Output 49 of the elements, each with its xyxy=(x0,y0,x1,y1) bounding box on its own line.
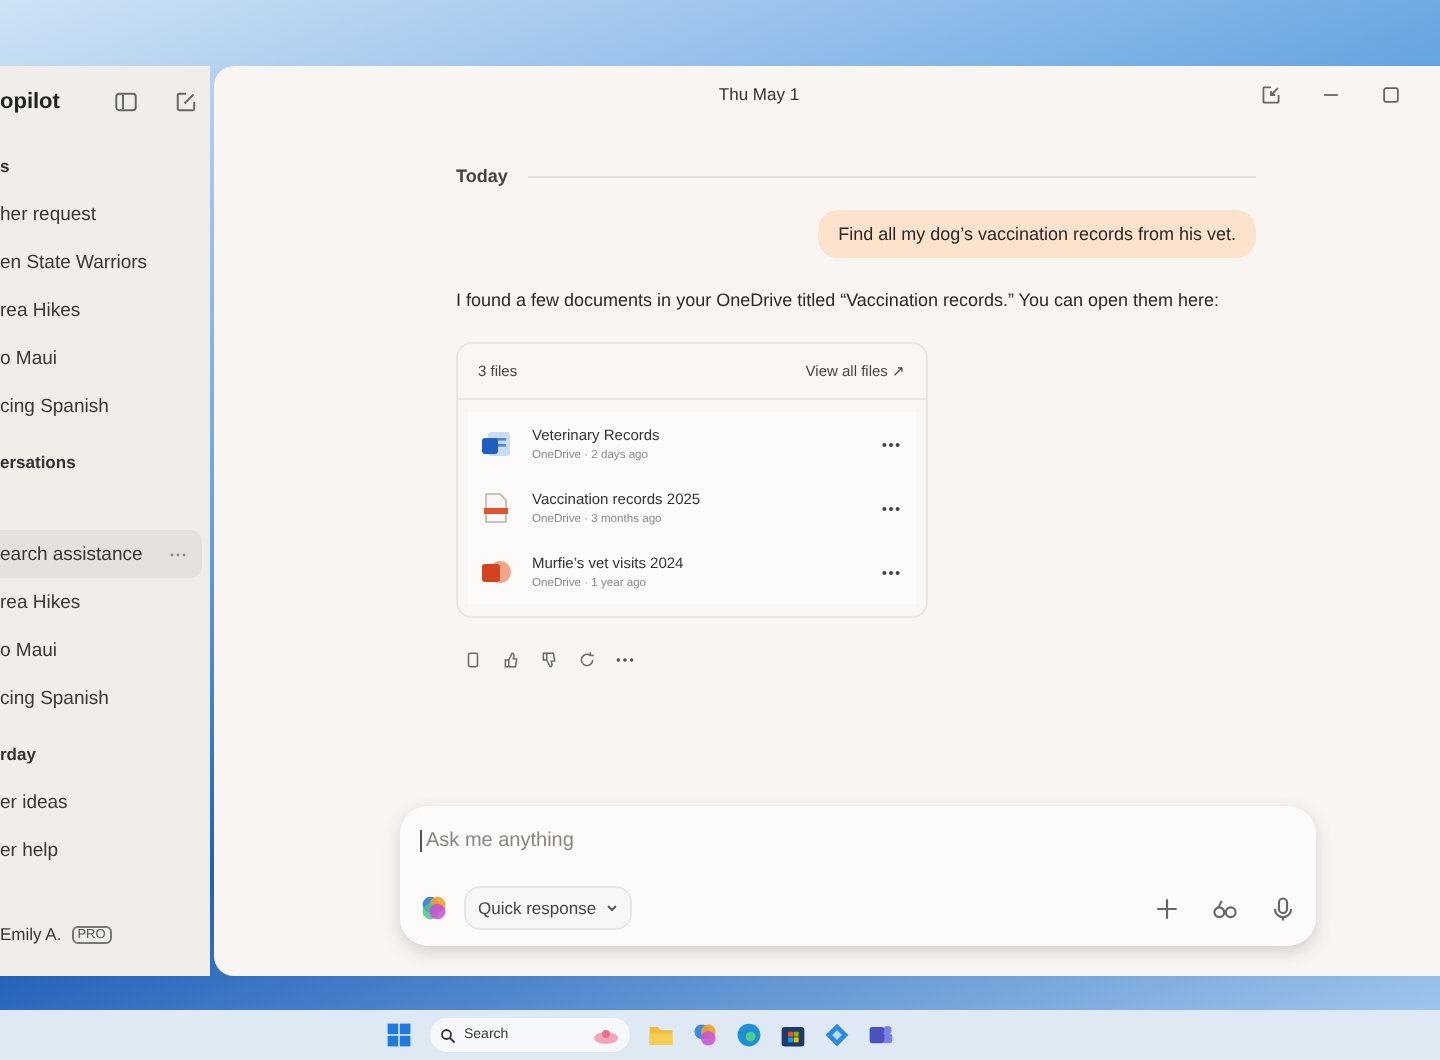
more-icon[interactable] xyxy=(882,441,900,447)
diamond-app-icon[interactable] xyxy=(824,1022,850,1048)
microphone-icon[interactable] xyxy=(1270,895,1296,921)
conversation-item[interactable]: rea Hikes xyxy=(0,286,202,334)
more-icon[interactable] xyxy=(882,505,900,511)
conversation-item[interactable]: earch assistance xyxy=(0,530,202,578)
chevron-down-icon xyxy=(606,904,619,912)
document-icon xyxy=(480,492,512,524)
plus-icon[interactable] xyxy=(1154,895,1180,921)
search-icon xyxy=(440,1027,456,1043)
more-icon[interactable] xyxy=(882,569,900,575)
refresh-icon[interactable] xyxy=(578,650,596,670)
section-heading: rday xyxy=(0,742,38,768)
mode-dropdown[interactable]: Quick response xyxy=(464,886,633,930)
start-icon[interactable] xyxy=(386,1022,412,1048)
copilot-logo-icon[interactable] xyxy=(420,894,448,922)
conversation-item[interactable]: en State Warriors xyxy=(0,238,202,286)
flower-icon xyxy=(592,1027,620,1043)
glasses-icon[interactable] xyxy=(1212,895,1238,921)
pop-out-icon[interactable] xyxy=(1260,83,1282,105)
conversation-item[interactable]: cing Spanish xyxy=(0,674,202,722)
maximize-icon[interactable] xyxy=(1380,83,1402,105)
conversation-item[interactable]: er ideas xyxy=(0,778,202,826)
browser-icon[interactable] xyxy=(736,1022,762,1048)
day-label: Today xyxy=(456,166,508,186)
conversation-item[interactable]: o Maui xyxy=(0,626,202,674)
conversation-item[interactable]: her request xyxy=(0,190,202,238)
conversation-item[interactable]: er help xyxy=(0,826,202,874)
slides-icon xyxy=(480,556,512,588)
date-label: Thu May 1 xyxy=(716,84,802,104)
document-icon xyxy=(480,428,512,460)
thumbs-down-icon[interactable] xyxy=(540,650,558,670)
conversation-item[interactable]: cing Spanish xyxy=(0,382,202,430)
compose-icon[interactable] xyxy=(174,90,198,114)
store-icon[interactable] xyxy=(780,1022,806,1048)
app-name: opilot xyxy=(0,90,62,114)
copilot-app-icon[interactable] xyxy=(692,1022,718,1048)
message-input[interactable]: Ask me anything xyxy=(420,830,826,852)
section-heading: s xyxy=(0,154,12,180)
conversation-item[interactable]: o Maui xyxy=(0,334,202,382)
conversation-item[interactable]: rea Hikes xyxy=(0,578,202,626)
user-message: Find all my dog’s vaccination records from his vet. xyxy=(818,210,1256,258)
user-name[interactable]: Emily A. xyxy=(0,924,62,944)
teams-icon[interactable] xyxy=(868,1022,894,1048)
copy-icon[interactable] xyxy=(464,650,482,670)
assistant-reply: I found a few documents in your OneDrive titled “Vaccination records.” You can open them here: xyxy=(456,290,1222,310)
thumbs-up-icon[interactable] xyxy=(502,650,520,670)
section-heading: ersations xyxy=(0,450,78,476)
sidebar-toggle-icon[interactable] xyxy=(114,90,138,114)
